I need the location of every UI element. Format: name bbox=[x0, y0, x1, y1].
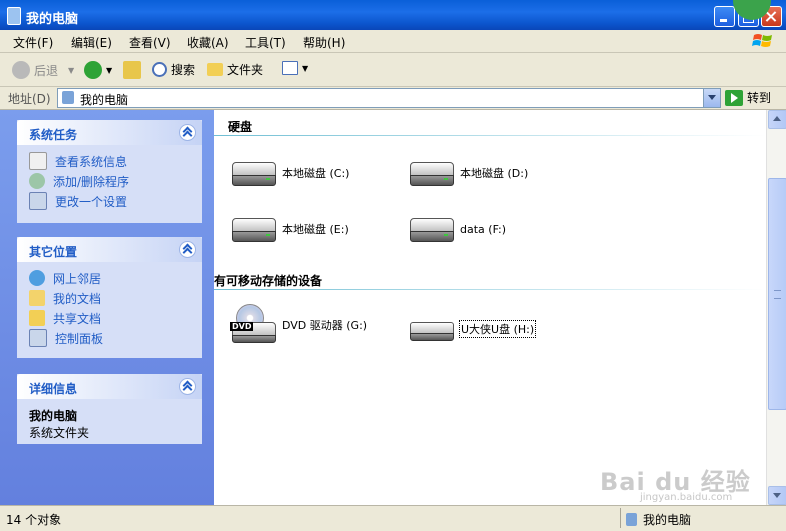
change-setting-link[interactable]: 更改一个设置 bbox=[29, 191, 202, 211]
hard-disks-heading: 硬盘 bbox=[228, 120, 253, 134]
views-grid-icon bbox=[282, 61, 298, 75]
object-count: 14 个对象 bbox=[6, 513, 62, 527]
title-bar[interactable]: 我的电脑 bbox=[0, 0, 786, 30]
window-title: 我的电脑 bbox=[26, 12, 79, 27]
up-folder-icon bbox=[123, 61, 141, 79]
address-input[interactable]: 我的电脑 bbox=[57, 88, 721, 108]
system-tasks-panel: 系统任务 查看系统信息 添加/删除程序 更改一个设置 bbox=[17, 120, 202, 223]
add-remove-programs-link[interactable]: 添加/删除程序 bbox=[29, 171, 202, 191]
scroll-thumb[interactable] bbox=[768, 178, 786, 410]
scroll-up-button[interactable] bbox=[768, 110, 786, 129]
hard-drive-icon bbox=[230, 156, 276, 190]
drive-f[interactable]: data (F:) bbox=[408, 212, 506, 246]
menu-bar: 文件(F) 编辑(E) 查看(V) 收藏(A) 工具(T) 帮助(H) bbox=[0, 30, 786, 53]
network-globe-icon bbox=[29, 270, 45, 286]
go-button[interactable]: 转到 bbox=[725, 89, 771, 106]
menu-favorites[interactable]: 收藏(A) bbox=[187, 34, 229, 51]
search-icon bbox=[152, 62, 167, 77]
shared-folder-icon bbox=[29, 310, 45, 326]
back-dropdown-icon[interactable]: ▼ bbox=[68, 66, 74, 75]
my-documents-link[interactable]: 我的文档 bbox=[29, 288, 202, 308]
shared-documents-link[interactable]: 共享文档 bbox=[29, 308, 202, 328]
drive-g[interactable]: DVD DVD 驱动器 (G:) bbox=[230, 304, 367, 343]
hard-drive-icon bbox=[230, 212, 276, 246]
folder-icon bbox=[207, 63, 223, 76]
control-panel-icon bbox=[29, 329, 47, 347]
up-folder-button[interactable] bbox=[123, 61, 145, 79]
network-places-link[interactable]: 网上邻居 bbox=[29, 268, 202, 288]
details-type: 系统文件夹 bbox=[29, 426, 90, 440]
toolbar: 后退 ▼ ▼ 搜索 文件夹 ▼ bbox=[0, 53, 786, 87]
computer-icon bbox=[62, 91, 74, 104]
menu-edit[interactable]: 编辑(E) bbox=[71, 34, 112, 51]
status-divider bbox=[620, 508, 621, 528]
address-bar: 地址(D) 我的电脑 转到 bbox=[0, 87, 786, 110]
file-view: 硬盘 本地磁盘 (C:) 本地磁盘 (D:) 本地磁盘 (E:) data (F… bbox=[214, 110, 766, 505]
forward-arrow-icon bbox=[84, 61, 102, 79]
baidu-watermark-url: jingyan.baidu.com bbox=[640, 492, 733, 503]
back-arrow-icon bbox=[12, 61, 30, 79]
removable-storage-heading: 有可移动存储的设备 bbox=[214, 274, 323, 288]
add-remove-icon bbox=[29, 173, 45, 189]
group-divider bbox=[214, 135, 766, 136]
vertical-scrollbar[interactable] bbox=[766, 110, 786, 505]
menu-file[interactable]: 文件(F) bbox=[13, 34, 53, 51]
removable-disk-icon bbox=[408, 312, 454, 346]
drive-c[interactable]: 本地磁盘 (C:) bbox=[230, 156, 349, 190]
computer-icon bbox=[626, 513, 637, 526]
menu-tools[interactable]: 工具(T) bbox=[245, 34, 286, 51]
collapse-icon[interactable] bbox=[179, 378, 196, 395]
control-panel-link[interactable]: 控制面板 bbox=[29, 328, 202, 348]
collapse-icon[interactable] bbox=[179, 241, 196, 258]
drive-d[interactable]: 本地磁盘 (D:) bbox=[408, 156, 528, 190]
details-header[interactable]: 详细信息 bbox=[17, 374, 202, 399]
minimize-button[interactable] bbox=[714, 6, 735, 27]
dvd-drive-icon: DVD bbox=[230, 304, 276, 343]
scroll-down-button[interactable] bbox=[768, 486, 786, 505]
folders-button[interactable]: 文件夹 bbox=[207, 61, 263, 78]
menu-help[interactable]: 帮助(H) bbox=[303, 34, 345, 51]
task-pane: 系统任务 查看系统信息 添加/删除程序 更改一个设置 其它位置 网上邻居 我的文… bbox=[0, 110, 214, 505]
drive-h[interactable]: U大侠U盘 (H:) bbox=[408, 312, 537, 346]
group-divider bbox=[214, 289, 766, 290]
forward-button[interactable]: ▼ bbox=[84, 61, 112, 79]
system-info-icon bbox=[29, 152, 47, 170]
menu-view[interactable]: 查看(V) bbox=[129, 34, 171, 51]
go-arrow-icon bbox=[725, 89, 743, 106]
settings-icon bbox=[29, 192, 47, 210]
status-bar: 14 个对象 我的电脑 bbox=[0, 505, 786, 531]
other-places-panel: 其它位置 网上邻居 我的文档 共享文档 控制面板 bbox=[17, 237, 202, 358]
details-panel: 详细信息 我的电脑 系统文件夹 bbox=[17, 374, 202, 444]
status-location: 我的电脑 bbox=[626, 511, 691, 528]
address-dropdown-button[interactable] bbox=[703, 89, 720, 107]
documents-folder-icon bbox=[29, 290, 45, 306]
address-label: 地址(D) bbox=[8, 92, 51, 106]
back-button[interactable]: 后退 ▼ bbox=[12, 61, 74, 79]
forward-dropdown-icon[interactable]: ▼ bbox=[106, 66, 112, 75]
system-tasks-header[interactable]: 系统任务 bbox=[17, 120, 202, 145]
other-places-header[interactable]: 其它位置 bbox=[17, 237, 202, 262]
hard-drive-icon bbox=[408, 212, 454, 246]
collapse-icon[interactable] bbox=[179, 124, 196, 141]
search-button[interactable]: 搜索 bbox=[152, 61, 195, 78]
windows-logo-icon bbox=[752, 34, 772, 47]
computer-icon bbox=[7, 7, 21, 25]
hard-drive-icon bbox=[408, 156, 454, 190]
views-button[interactable]: ▼ bbox=[282, 61, 308, 75]
view-system-info-link[interactable]: 查看系统信息 bbox=[29, 151, 202, 171]
details-name: 我的电脑 bbox=[29, 409, 78, 423]
drive-e[interactable]: 本地磁盘 (E:) bbox=[230, 212, 349, 246]
views-dropdown-icon[interactable]: ▼ bbox=[302, 64, 308, 73]
